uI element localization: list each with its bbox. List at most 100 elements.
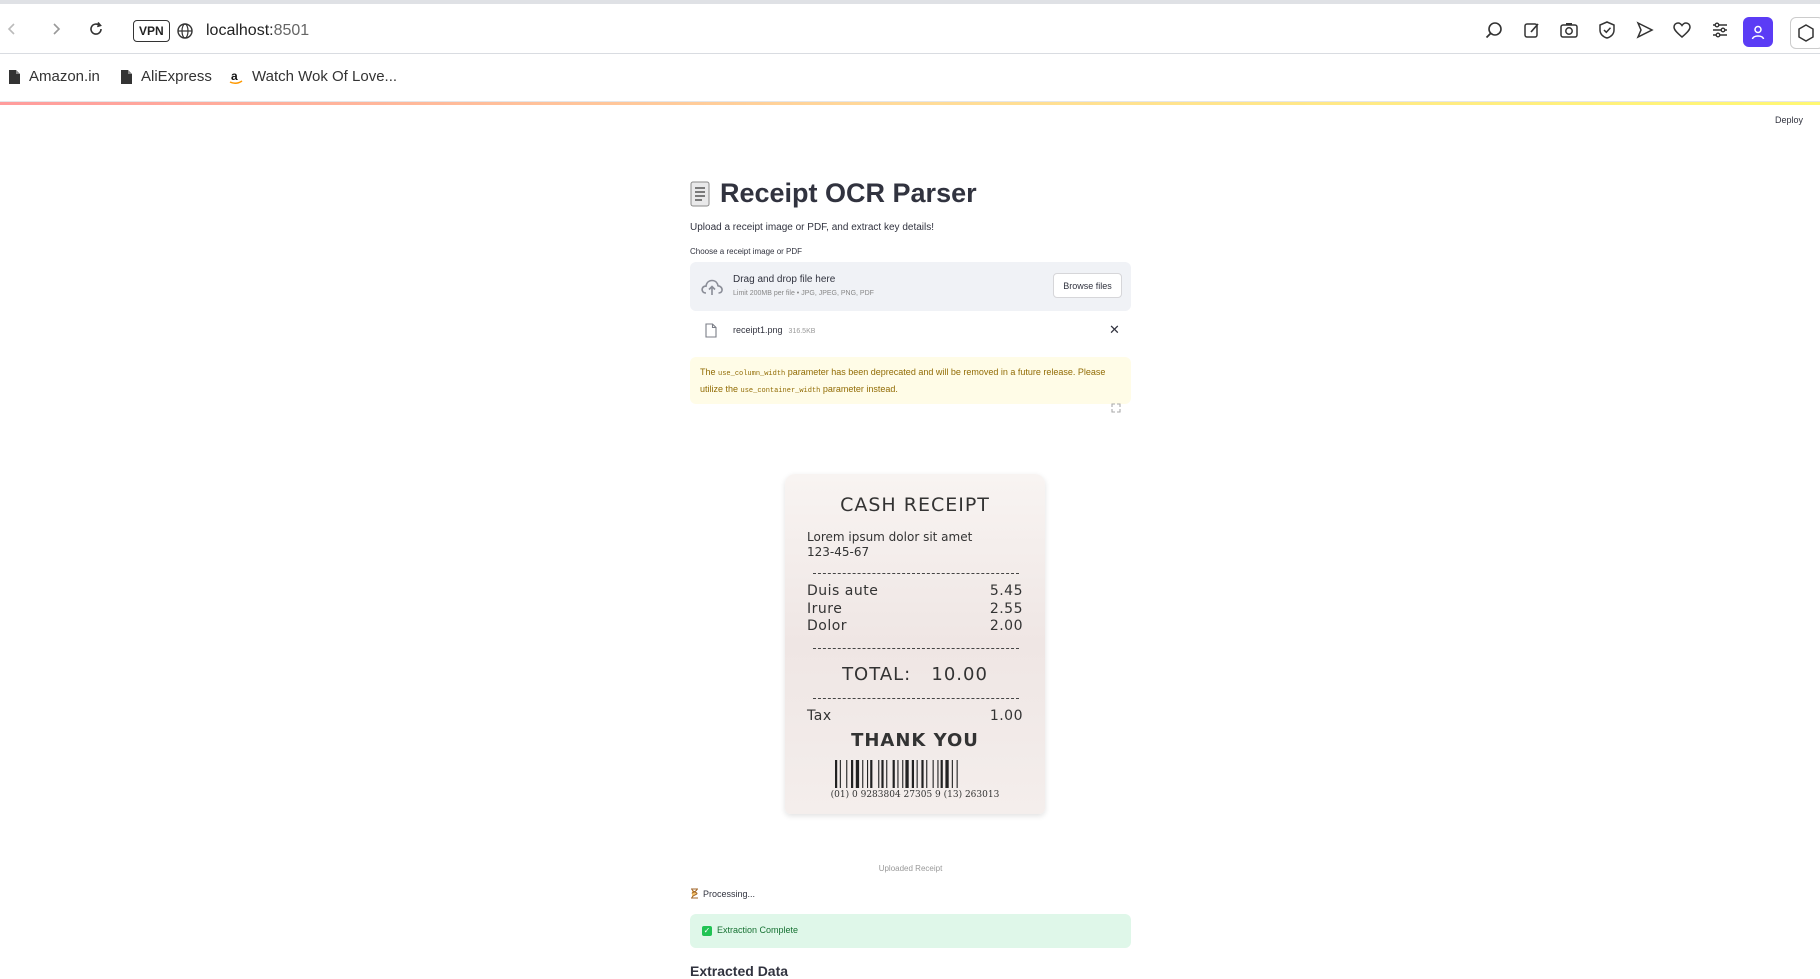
receipt-tax-value: 1.00 (989, 708, 1023, 724)
dropzone-instruction: Drag and drop file here (733, 274, 836, 285)
address-bar[interactable]: localhost:8501 (206, 22, 309, 40)
receipt-emoji-icon (690, 181, 710, 206)
receipt-divider (813, 698, 1019, 699)
barcode-bar (940, 760, 943, 788)
receipt-item: Irure 2.55 (807, 601, 1023, 617)
uploader-label: Choose a receipt image or PDF (690, 247, 803, 256)
receipt-item-name: Irure (807, 601, 843, 617)
receipt-total-label: TOTAL: (842, 664, 912, 685)
file-size: 316.5KB (788, 328, 816, 335)
barcode-icon (835, 760, 958, 788)
bookmark-watch-wok[interactable]: a Watch Wok Of Love... (228, 68, 397, 85)
barcode-bar (878, 760, 880, 788)
receipt-tax: Tax 1.00 (807, 708, 1023, 724)
barcode-bar (951, 760, 953, 788)
receipt-thanks: THANK YOU (851, 730, 979, 751)
barcode-bar (846, 760, 848, 788)
warning-code-1: use_column_width (718, 370, 786, 378)
url-host: localhost: (206, 22, 274, 39)
bookmark-label: Watch Wok Of Love... (252, 68, 398, 85)
bookmark-amazon[interactable]: Amazon.in (8, 68, 100, 85)
receipt-item-price: 5.45 (989, 583, 1023, 599)
barcode-bar (956, 760, 958, 788)
heart-icon[interactable] (1672, 20, 1694, 42)
barcode-bar (937, 760, 939, 788)
browser-toolbar: VPN localhost:8501 (0, 4, 1820, 54)
receipt-line-2: 123-45-67 (807, 545, 870, 559)
settings-sliders-icon[interactable] (1710, 20, 1732, 42)
image-caption: Uploaded Receipt (878, 864, 943, 873)
barcode-bar (886, 760, 888, 788)
barcode-bar (916, 760, 918, 788)
processing-status: Processing... (690, 888, 755, 899)
forward-icon[interactable] (44, 17, 68, 41)
deploy-button[interactable]: Deploy (1775, 115, 1803, 125)
back-icon[interactable] (0, 17, 24, 41)
barcode-bar (881, 760, 884, 788)
processing-text: Processing... (703, 888, 756, 899)
search-tabs-icon[interactable] (1484, 20, 1506, 42)
warning-text-3: parameter instead. (820, 384, 898, 394)
decoration-bar (0, 102, 1820, 105)
uploaded-receipt-image: CASH RECEIPT Lorem ipsum dolor sit amet … (785, 474, 1045, 814)
receipt-item: Dolor 2.00 (807, 618, 1023, 634)
cloud-upload-icon (701, 279, 723, 295)
barcode-bar (945, 760, 949, 788)
send-icon[interactable] (1635, 20, 1657, 42)
profile-avatar-icon[interactable] (1743, 17, 1773, 47)
uploaded-file-row: receipt1.png 316.5KB ✕ (690, 315, 1131, 347)
extracted-data-heading: Extracted Data (690, 963, 789, 979)
barcode-bar (870, 760, 873, 788)
bookmark-aliexpress[interactable]: AliExpress (120, 68, 212, 85)
barcode-bar (905, 760, 909, 788)
barcode-bar (926, 760, 928, 788)
file-name-text: receipt1.png (733, 325, 783, 335)
browse-files-button[interactable]: Browse files (1053, 273, 1122, 298)
barcode-number: (01) 0 9283804 27305 9 (13) 263013 (830, 790, 1000, 800)
barcode-bar (897, 760, 899, 788)
url-port: 8501 (273, 22, 310, 39)
deprecation-warning: The use_column_width parameter has been … (690, 357, 1131, 404)
edit-icon[interactable] (1522, 20, 1544, 42)
barcode-bar (855, 760, 860, 788)
receipt-paper: CASH RECEIPT Lorem ipsum dolor sit amet … (785, 474, 1045, 814)
barcode-bar (862, 760, 864, 788)
page-title-text: Receipt OCR Parser (720, 178, 977, 208)
receipt-item: Duis aute 5.45 (807, 583, 1023, 599)
warning-code-2: use_container_width (740, 387, 821, 395)
hourglass-icon (691, 888, 698, 899)
extensions-icon[interactable] (1790, 17, 1820, 49)
bookmark-label: AliExpress (141, 68, 212, 85)
shield-icon[interactable] (1597, 20, 1619, 42)
bookmarks-bar: Amazon.in AliExpress a Watch Wok Of Love… (0, 54, 1820, 102)
page-icon (9, 69, 20, 84)
barcode-bar (892, 760, 895, 788)
barcode-bar (932, 760, 934, 788)
receipt-divider (813, 648, 1019, 649)
file-dropzone[interactable]: Drag and drop file here Limit 200MB per … (690, 262, 1131, 311)
svg-text:a: a (231, 69, 238, 83)
file-name: receipt1.png 316.5KB (733, 325, 815, 335)
page-icon (121, 69, 132, 84)
receipt-item-price: 2.55 (989, 601, 1023, 617)
bookmark-label: Amazon.in (29, 68, 100, 85)
barcode-bar (921, 760, 924, 788)
page-title: Receipt OCR Parser (690, 178, 977, 209)
receipt-title: CASH RECEIPT (840, 494, 990, 516)
success-alert: ✓ Extraction Complete (690, 914, 1131, 948)
camera-icon[interactable] (1559, 20, 1581, 42)
vpn-badge[interactable]: VPN (133, 20, 170, 42)
fullscreen-icon[interactable] (1111, 403, 1123, 415)
reload-icon[interactable] (84, 17, 108, 41)
success-text: Extraction Complete (717, 925, 799, 935)
receipt-item-name: Duis aute (807, 583, 879, 599)
dropzone-limit: Limit 200MB per file • JPG, JPEG, PNG, P… (733, 290, 874, 297)
barcode-bar (839, 760, 841, 788)
barcode-bar (902, 760, 904, 788)
receipt-item-name: Dolor (807, 618, 848, 634)
warning-text-1: The (700, 367, 719, 377)
receipt-line-1: Lorem ipsum dolor sit amet (807, 530, 973, 544)
receipt-total: TOTAL: 10.00 (785, 664, 1045, 685)
globe-icon[interactable] (173, 19, 197, 43)
remove-file-close-icon[interactable]: ✕ (1109, 322, 1120, 338)
